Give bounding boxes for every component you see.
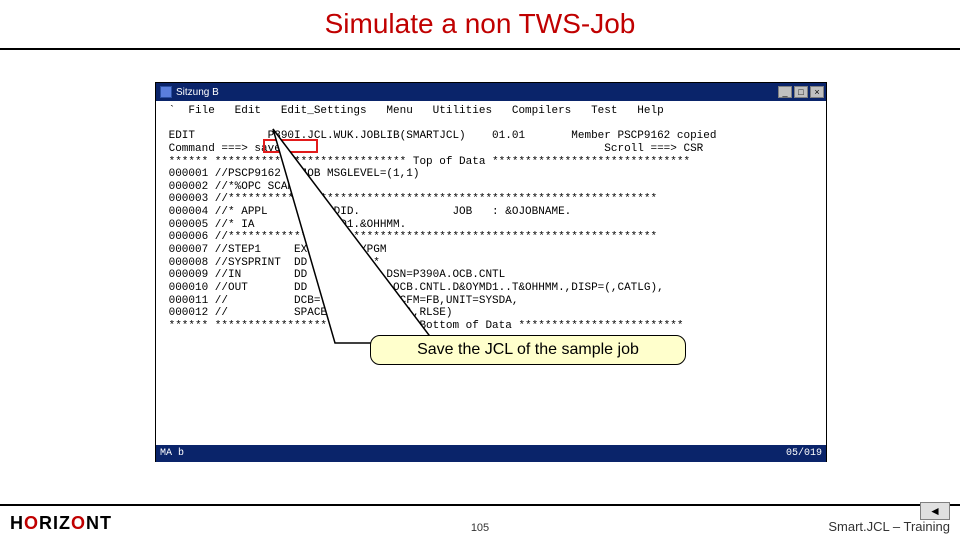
- status-left: MA b: [160, 448, 184, 459]
- back-button[interactable]: ◄: [920, 502, 950, 520]
- window-title: Sitzung B: [176, 87, 219, 98]
- window-icon: [160, 86, 172, 98]
- slide-title: Simulate a non TWS-Job: [0, 8, 960, 40]
- status-right: 05/019: [786, 448, 822, 459]
- terminal-statusbar: MA b 05/019: [156, 445, 826, 462]
- callout-text: Save the JCL of the sample job: [417, 341, 639, 359]
- terminal-content: ` File Edit Edit_Settings Menu Utilities…: [156, 101, 826, 445]
- terminal-window: Sitzung B _ □ × ` File Edit Edit_Setting…: [155, 82, 827, 462]
- close-button[interactable]: ×: [810, 86, 824, 98]
- title-rule: [0, 48, 960, 50]
- maximize-button[interactable]: □: [794, 86, 808, 98]
- minimize-button[interactable]: _: [778, 86, 792, 98]
- highlight-box: [263, 139, 318, 153]
- page-number: 105: [471, 522, 489, 534]
- callout-box: Save the JCL of the sample job: [370, 335, 686, 365]
- terminal-titlebar: Sitzung B _ □ ×: [156, 83, 826, 101]
